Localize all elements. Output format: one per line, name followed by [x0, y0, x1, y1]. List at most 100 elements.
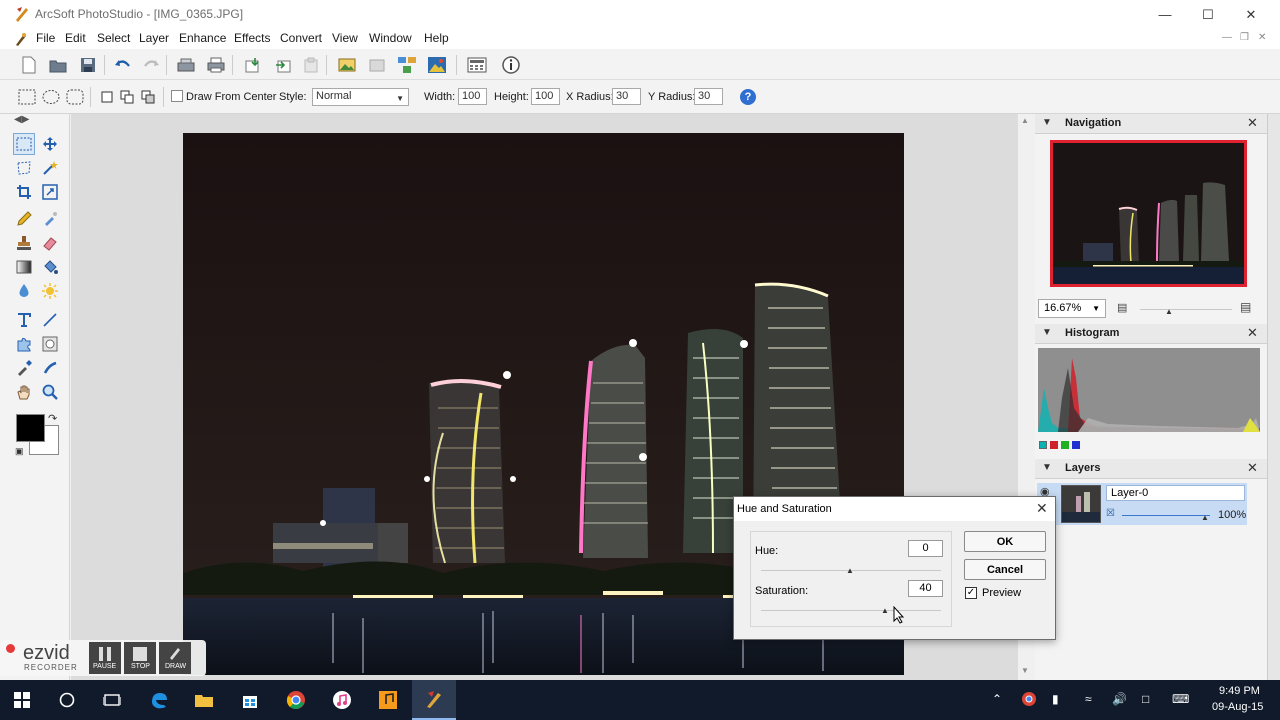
menu-edit[interactable]: Edit	[65, 31, 86, 45]
print-button[interactable]	[205, 54, 227, 76]
move-tool[interactable]	[39, 133, 61, 155]
subtract-selection-button[interactable]	[137, 86, 159, 108]
close-window-button[interactable]: ✕	[1228, 0, 1274, 29]
keyboard-icon[interactable]: ⌨	[1172, 692, 1189, 706]
chrome-tray-icon[interactable]	[1021, 691, 1037, 710]
line-tool[interactable]	[39, 309, 61, 331]
zoom-in-icon[interactable]: ▤	[1240, 300, 1251, 314]
import-button[interactable]	[242, 54, 264, 76]
save-button[interactable]	[77, 54, 99, 76]
channel-red-icon[interactable]	[1050, 441, 1058, 449]
eyedropper-tool[interactable]	[13, 357, 35, 379]
itunes-button[interactable]	[320, 680, 364, 720]
style-select[interactable]: Normal ▼	[312, 88, 409, 106]
x-radius-input[interactable]: 30	[612, 88, 641, 105]
preview-checkbox[interactable]: ✓	[965, 587, 977, 599]
chrome-button[interactable]	[274, 680, 318, 720]
stamp-tool[interactable]	[13, 232, 35, 254]
music-app-button[interactable]	[366, 680, 410, 720]
rect-select-shape-button[interactable]	[16, 86, 38, 108]
brightness-tool[interactable]	[39, 280, 61, 302]
hue-value-input[interactable]: 0	[908, 540, 943, 557]
album-button[interactable]	[366, 54, 388, 76]
shape-tool[interactable]	[39, 333, 61, 355]
panels-scrollbar[interactable]	[1267, 114, 1280, 680]
paste-button[interactable]	[300, 54, 322, 76]
store-button[interactable]	[228, 680, 272, 720]
close-panel-icon[interactable]: ✕	[1247, 460, 1258, 476]
open-button[interactable]	[47, 54, 69, 76]
mdi-minimize-button[interactable]: —	[1222, 32, 1232, 43]
ok-button[interactable]: OK	[964, 531, 1046, 552]
collapse-triangle-icon[interactable]: ▼	[1042, 327, 1052, 338]
hand-tool[interactable]	[13, 381, 35, 403]
zoom-slider-thumb[interactable]: ▲	[1165, 307, 1173, 316]
organize-button[interactable]	[396, 54, 418, 76]
cancel-button[interactable]: Cancel	[964, 559, 1046, 580]
menu-file[interactable]: File	[36, 31, 55, 45]
lasso-tool[interactable]	[13, 157, 35, 179]
menu-effects[interactable]: Effects	[234, 31, 270, 45]
wifi-icon[interactable]: ≈	[1085, 692, 1092, 706]
clock-time[interactable]: 9:49 PM	[1219, 685, 1260, 697]
menu-convert[interactable]: Convert	[280, 31, 322, 45]
photostudio-taskbar-button[interactable]	[412, 680, 456, 720]
layer-name-field[interactable]: Layer-0	[1106, 485, 1245, 501]
new-selection-button[interactable]	[96, 86, 118, 108]
gradient-tool[interactable]	[13, 256, 35, 278]
task-view-button[interactable]	[90, 680, 134, 720]
channel-blue-icon[interactable]	[1072, 441, 1080, 449]
redo-button[interactable]	[140, 54, 162, 76]
crop-tool[interactable]	[13, 181, 35, 203]
help-icon[interactable]: ?	[740, 89, 756, 105]
scroll-down-icon[interactable]: ▼	[1021, 666, 1029, 675]
info-button[interactable]	[500, 54, 522, 76]
edge-button[interactable]	[137, 680, 181, 720]
menu-layer[interactable]: Layer	[139, 31, 169, 45]
new-file-button[interactable]	[18, 54, 40, 76]
rounded-select-shape-button[interactable]	[64, 86, 86, 108]
scroll-up-icon[interactable]: ▲	[1021, 116, 1029, 125]
minimize-button[interactable]: —	[1142, 0, 1188, 29]
pencil-tool[interactable]	[13, 208, 35, 230]
zoom-tool[interactable]	[39, 381, 61, 403]
layer-lock-icon[interactable]: ☒	[1106, 508, 1115, 519]
zoom-select[interactable]: 16.67% ▼	[1038, 299, 1106, 318]
magic-wand-tool[interactable]	[39, 157, 61, 179]
default-colors-icon[interactable]: ▣	[15, 446, 24, 457]
show-hidden-icons[interactable]: ⌃	[992, 692, 1002, 706]
undo-button[interactable]	[112, 54, 134, 76]
hue-slider-thumb[interactable]: ▲	[846, 566, 854, 575]
text-tool[interactable]	[13, 309, 35, 331]
ellipse-select-shape-button[interactable]	[40, 86, 62, 108]
export-button[interactable]	[272, 54, 294, 76]
file-explorer-button[interactable]	[182, 680, 226, 720]
foreground-color-swatch[interactable]	[16, 414, 45, 442]
add-selection-button[interactable]	[116, 86, 138, 108]
photo-button[interactable]	[426, 54, 448, 76]
zoom-slider[interactable]	[1140, 309, 1232, 310]
smudge-tool[interactable]	[39, 357, 61, 379]
action-center-icon[interactable]: □	[1142, 692, 1149, 706]
menu-window[interactable]: Window	[369, 31, 412, 45]
menu-view[interactable]: View	[332, 31, 358, 45]
resize-tool[interactable]	[39, 181, 61, 203]
saturation-value-input[interactable]: 40	[908, 580, 943, 597]
layer-opacity-slider[interactable]	[1122, 515, 1210, 516]
eraser-tool[interactable]	[39, 232, 61, 254]
layer-row[interactable]: Layer-0 ☒ ▲ 100%	[1037, 483, 1247, 525]
menu-help[interactable]: Help	[424, 31, 449, 45]
pause-button[interactable]: PAUSE	[89, 642, 121, 674]
collapse-triangle-icon[interactable]: ▼	[1042, 117, 1052, 128]
close-panel-icon[interactable]: ✕	[1247, 115, 1258, 131]
saturation-slider[interactable]	[761, 610, 941, 611]
width-input[interactable]: 100	[458, 88, 487, 105]
clock-date[interactable]: 09-Aug-15	[1212, 701, 1263, 713]
puzzle-tool[interactable]	[13, 333, 35, 355]
close-panel-icon[interactable]: ✕	[1247, 325, 1258, 341]
dialog-close-icon[interactable]: ✕	[1036, 500, 1048, 517]
opacity-slider-thumb[interactable]: ▲	[1201, 513, 1209, 522]
airbrush-tool[interactable]	[39, 208, 61, 230]
collapse-triangle-icon[interactable]: ▼	[1042, 462, 1052, 473]
panel-collapse-icon[interactable]: ◀▶	[14, 114, 29, 125]
